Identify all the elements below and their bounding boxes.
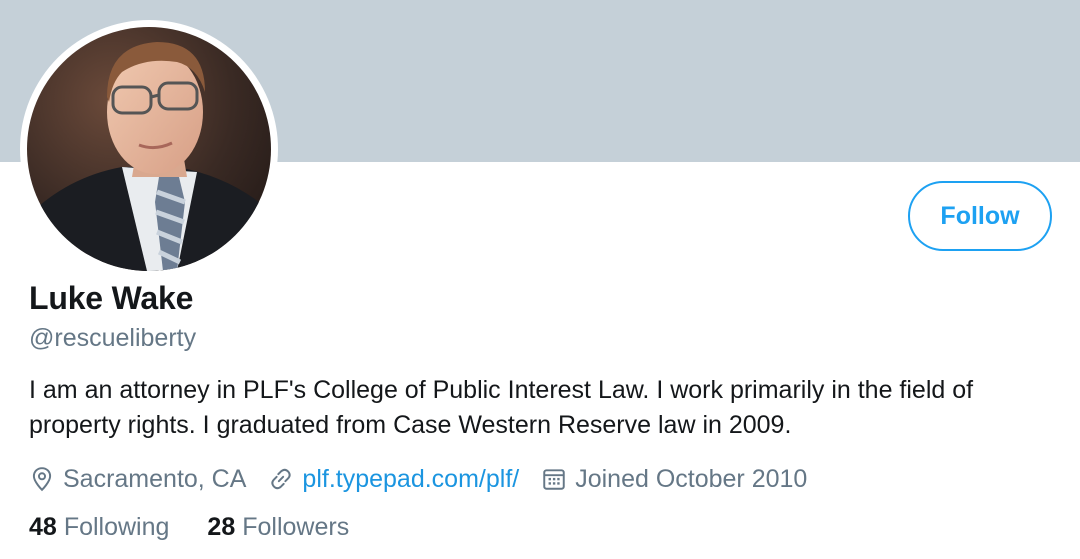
following-label: Following (63, 513, 170, 541)
followers-count: 28 (207, 513, 236, 541)
avatar[interactable] (27, 27, 271, 271)
avatar-frame (20, 20, 278, 278)
following-count: 48 (29, 513, 57, 541)
map-pin-icon (32, 467, 52, 492)
profile-meta: Sacramento, CA plf.typepad.com/plf/ Join… (29, 460, 829, 498)
link-icon (271, 468, 292, 490)
location-text: Sacramento, CA (63, 464, 247, 493)
calendar-icon (543, 469, 565, 490)
profile-handle: @rescueliberty (29, 324, 197, 352)
joined-text: Joined October 2010 (575, 464, 808, 493)
followers-stat[interactable]: 28 Followers (207, 513, 349, 542)
website-item[interactable]: plf.typepad.com/plf/ (268, 465, 519, 494)
followers-label: Followers (242, 513, 350, 541)
avatar-photo (27, 27, 271, 271)
location-item: Sacramento, CA (29, 465, 246, 494)
profile-stats: 48 Following 28 Followers (29, 513, 387, 542)
profile-bio: I am an attorney in PLF's College of Pub… (29, 376, 974, 439)
following-stat[interactable]: 48 Following (29, 513, 169, 542)
joined-item: Joined October 2010 (541, 465, 807, 494)
follow-button[interactable]: Follow (908, 181, 1052, 251)
profile-name: Luke Wake (29, 280, 194, 316)
website-link[interactable]: plf.typepad.com/plf/ (302, 465, 519, 494)
